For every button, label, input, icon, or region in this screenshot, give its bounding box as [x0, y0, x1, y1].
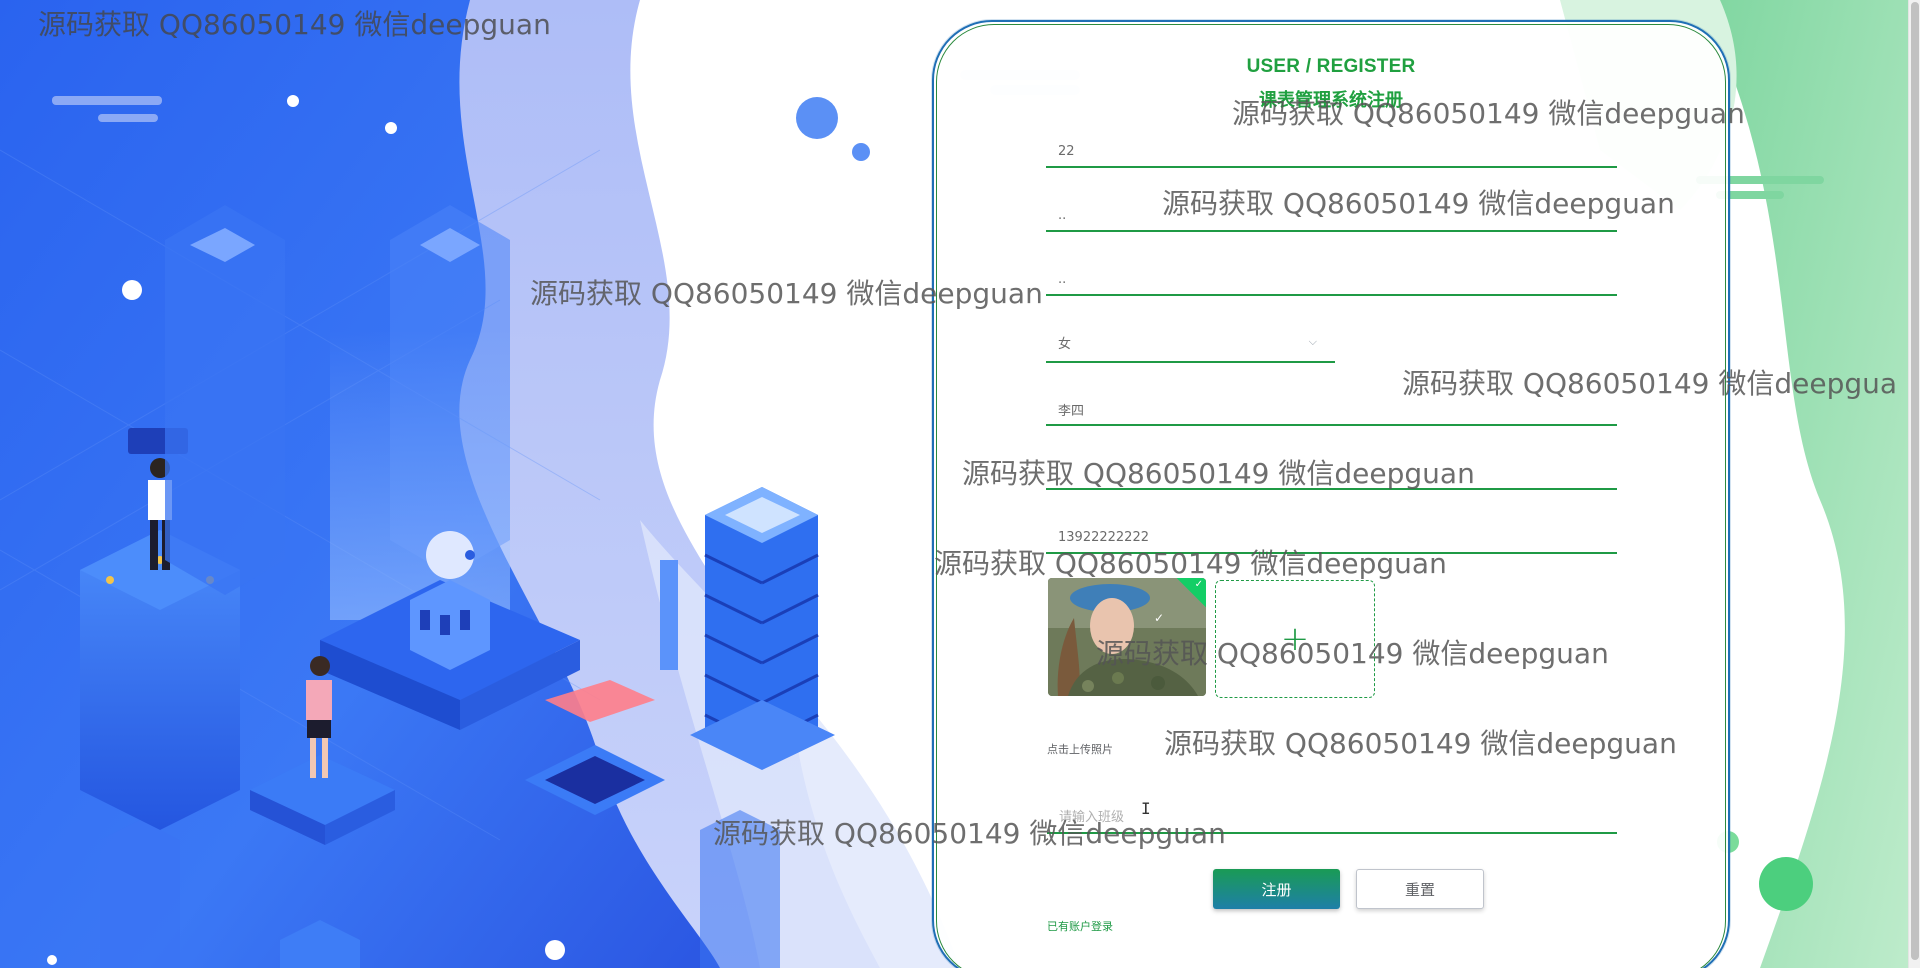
check-icon: ✓	[1194, 579, 1203, 590]
password-input[interactable]	[1046, 192, 1617, 232]
i-beam-cursor-icon: I	[1141, 799, 1151, 818]
account-input[interactable]	[1046, 128, 1617, 168]
upload-tip: 点击上传照片	[1047, 743, 1113, 756]
confirm-password-input[interactable]	[1046, 256, 1617, 296]
name-input[interactable]	[1046, 386, 1617, 426]
login-link[interactable]: 已有账户登录	[1047, 918, 1113, 934]
form-title-cn: 课表管理系统注册	[1259, 90, 1403, 111]
plus-icon: +	[1280, 619, 1310, 659]
phone-input[interactable]	[1046, 514, 1617, 554]
age-input[interactable]	[1046, 450, 1617, 490]
scrollbar-thumb[interactable]	[1911, 2, 1919, 960]
register-button[interactable]: 注册	[1213, 869, 1340, 909]
uploaded-photo-thumbnail[interactable]: ✓ ✓	[1048, 578, 1206, 696]
chevron-down-icon: ⌵	[1308, 335, 1317, 348]
gender-select[interactable]: 女 ⌵	[1046, 323, 1335, 363]
soldier-photo	[1048, 578, 1206, 696]
class-input[interactable]	[1047, 794, 1617, 834]
photo-upload-button[interactable]: +	[1215, 580, 1375, 698]
vertical-scrollbar[interactable]	[1908, 0, 1920, 968]
form-title-en: USER / REGISTER	[1246, 56, 1416, 77]
gender-select-value: 女	[1058, 337, 1072, 352]
photo-check-icon: ✓	[1154, 611, 1165, 625]
reset-button[interactable]: 重置	[1356, 869, 1484, 909]
